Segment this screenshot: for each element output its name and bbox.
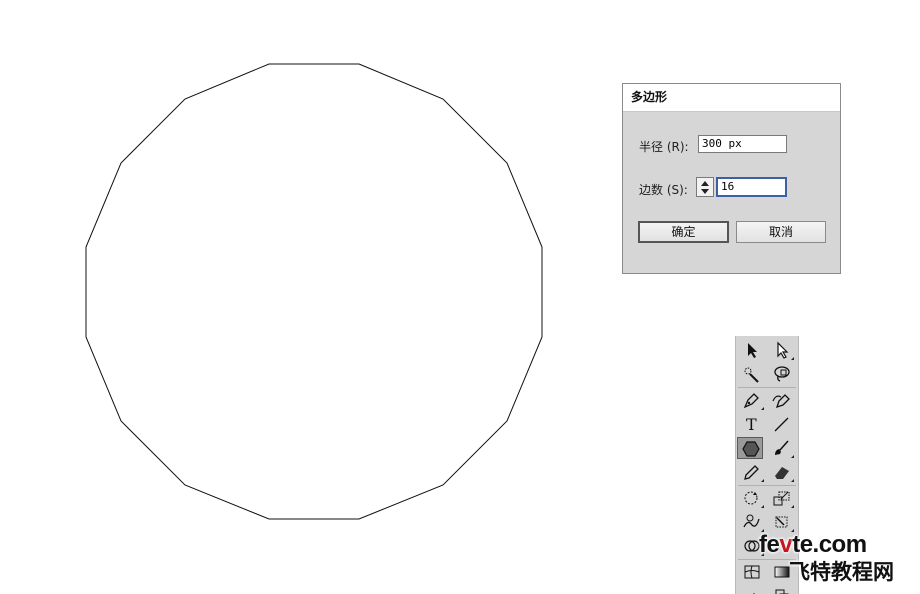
radius-label: 半径 (R):	[639, 140, 689, 154]
svg-text:T: T	[746, 415, 757, 433]
lasso-tool-icon[interactable]	[769, 363, 795, 385]
scale-tool-icon[interactable]	[769, 487, 795, 509]
rotate-tool-icon[interactable]	[739, 487, 765, 509]
radius-input[interactable]: 300 px	[698, 135, 787, 153]
warp-tool-icon[interactable]	[739, 511, 765, 533]
sides-stepper[interactable]	[696, 177, 714, 197]
polygon-dialog: 多边形 半径 (R): 300 px 边数 (S): 16 确定 取消	[622, 83, 841, 274]
stepper-up-icon[interactable]	[701, 181, 709, 186]
pen-tool-icon[interactable]	[739, 389, 765, 411]
dialog-title: 多边形	[623, 84, 840, 112]
ok-button[interactable]: 确定	[638, 221, 729, 243]
free-transform-tool-icon[interactable]	[769, 511, 795, 533]
paintbrush-tool-icon[interactable]	[769, 437, 795, 459]
line-segment-tool-icon[interactable]	[769, 413, 795, 435]
polygon-tool-icon[interactable]	[737, 437, 763, 459]
polygon-shape[interactable]	[85, 63, 543, 520]
cancel-button[interactable]: 取消	[736, 221, 826, 243]
curvature-tool-icon[interactable]	[769, 389, 795, 411]
direct-selection-tool-icon[interactable]	[769, 339, 795, 361]
sides-label: 边数 (S):	[639, 183, 688, 197]
stepper-down-icon[interactable]	[701, 189, 709, 194]
pencil-tool-icon[interactable]	[739, 461, 765, 483]
site-watermark: fevte.com 飞特教程网	[755, 531, 915, 591]
type-tool-icon[interactable]: T	[739, 413, 765, 435]
selection-tool-icon[interactable]	[739, 339, 765, 361]
sides-input[interactable]: 16	[716, 177, 787, 197]
eraser-tool-icon[interactable]	[769, 461, 795, 483]
watermark-domain: fevte.com	[759, 531, 867, 558]
watermark-site-name: 飞特教程网	[789, 560, 894, 584]
magic-wand-tool-icon[interactable]	[739, 363, 765, 385]
